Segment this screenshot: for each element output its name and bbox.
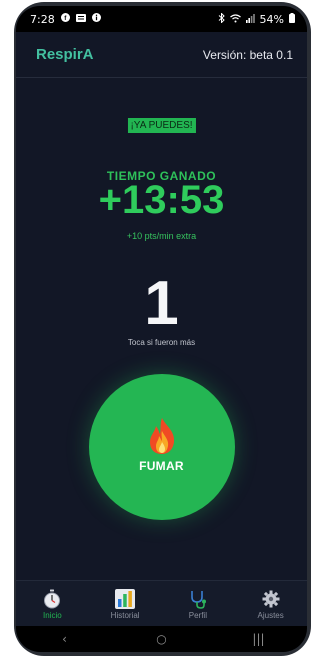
fire-icon [149, 418, 174, 454]
version-label: Versión: beta 0.1 [202, 47, 293, 62]
gear-icon [261, 589, 281, 609]
smoke-button-label: FUMAR [139, 459, 184, 473]
clock: 7:28 [30, 12, 55, 26]
recents-button[interactable]: ||| [239, 632, 279, 646]
home-button[interactable]: ○ [142, 632, 182, 646]
bottom-nav: Inicio Historial Perfil Ajustes [16, 580, 307, 627]
app-screen: 7:28 f 54% RespirA Versión: beta 0.1 ¡YA… [16, 6, 307, 652]
facebook-icon: f [60, 13, 70, 25]
signal-icon [245, 13, 255, 26]
app-header: RespirA Versión: beta 0.1 [16, 32, 307, 78]
nav-item-ajustes[interactable]: Ajustes [241, 589, 301, 620]
bluetooth-icon [218, 11, 225, 26]
nav-label-perfil: Perfil [188, 610, 207, 620]
app-logo: RespirA [36, 46, 94, 63]
bar-chart-icon [115, 588, 136, 609]
points-extra-label: +10 pts/min extra [126, 231, 197, 241]
count-hint: Toca si fueron más [127, 338, 196, 347]
smoke-button[interactable]: FUMAR [88, 374, 235, 520]
back-button[interactable]: ‹ [45, 632, 85, 646]
nav-item-historial[interactable]: Historial [95, 588, 155, 620]
wifi-icon [229, 13, 241, 26]
status-bar: 7:28 f 54% [16, 6, 307, 32]
status-badge: ¡YA PUEDES! [127, 118, 196, 133]
nav-label-inicio: Inicio [43, 610, 62, 620]
news-icon [75, 13, 86, 25]
system-nav-bar: ‹ ○ ||| [16, 626, 307, 652]
battery-level: 54% [259, 12, 284, 26]
nav-label-ajustes: Ajustes [257, 610, 284, 620]
nav-item-perfil[interactable]: Perfil [168, 589, 228, 620]
stethoscope-icon [188, 589, 208, 609]
nav-label-historial: Historial [110, 610, 140, 620]
time-gained-value: +13:53 [98, 178, 225, 222]
nav-item-inicio[interactable]: Inicio [22, 589, 82, 620]
stopwatch-icon [42, 589, 62, 609]
info-icon [91, 13, 101, 25]
battery-icon [289, 12, 295, 26]
cigarette-count[interactable]: 1 [16, 268, 307, 339]
